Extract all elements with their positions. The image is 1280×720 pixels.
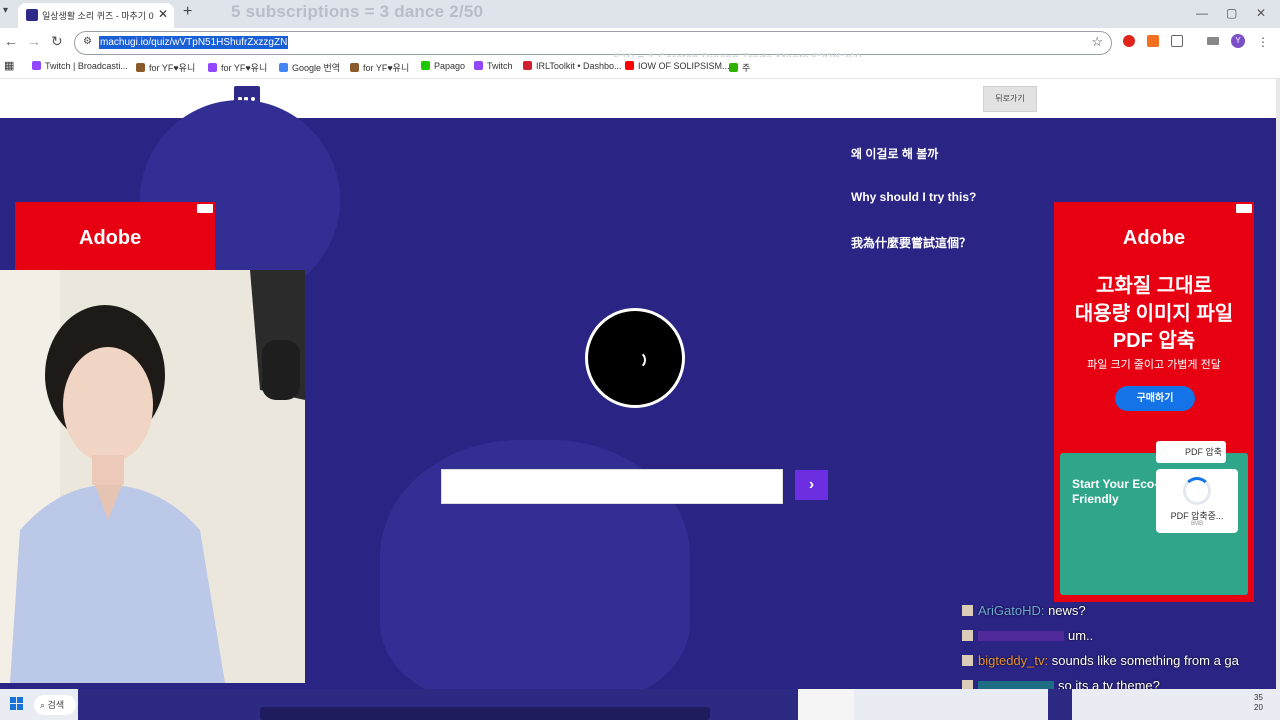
bookmark-item[interactable]: Google 번역 [279, 61, 340, 74]
back-icon[interactable]: ← [4, 33, 18, 49]
bookmark-item[interactable]: 주 [729, 61, 750, 74]
bookmark-item[interactable]: Twitch [474, 61, 513, 71]
adobe-logo: Adobe [1122, 227, 1186, 249]
adobe-logo: Adobe [79, 227, 142, 249]
pdf-compress-chip: PDF 압축 [1156, 441, 1226, 463]
webcam-feed [0, 270, 305, 683]
bookmark-favicon [279, 63, 288, 72]
maximize-icon[interactable]: ▢ [1226, 6, 1237, 20]
bookmark-favicon [136, 63, 145, 72]
bookmark-favicon [523, 61, 532, 70]
loading-spinner [585, 308, 685, 408]
tab-title: 일상생활 소리 퀴즈 - 마추기 0 [42, 11, 154, 21]
reading-list-icon[interactable] [1207, 37, 1219, 45]
bookmark-favicon [729, 63, 738, 72]
system-clock[interactable]: 35 20 [1254, 693, 1263, 713]
address-bar[interactable]: ⚙ machugi.io/quiz/wVTpN51HShufrZxzzgZN ☆ [74, 31, 1112, 55]
taskbar-window-preview [1048, 689, 1072, 720]
right-ad-banner[interactable]: Adobe 고화질 그대로 대용량 이미지 파일 PDF 압축 파일 크기 줄이… [1054, 202, 1254, 602]
reload-icon[interactable]: ↻ [51, 33, 63, 50]
why-heading-zh: 我為什麼要嘗試這個？ [851, 236, 972, 250]
buy-button[interactable]: 구매하기 [1115, 386, 1195, 411]
why-heading-en: Why should I try this? [851, 190, 977, 204]
pdf-progress-card: PDF 압축중... 8MB [1156, 469, 1238, 533]
ad-choices-icon[interactable] [197, 204, 213, 213]
bookmark-star-icon[interactable]: ☆ [1091, 34, 1103, 50]
page-scrollbar[interactable] [1276, 79, 1280, 689]
ad-headline: 고화질 그대로 [1096, 275, 1212, 297]
bookmark-item[interactable]: for YF♥유니 [208, 61, 267, 74]
minimize-icon[interactable]: — [1196, 6, 1208, 20]
chat-message: um.. [962, 628, 1093, 643]
extension-icon[interactable] [1147, 35, 1159, 47]
ad-headline: PDF 압축 [1112, 330, 1196, 352]
extension-icon[interactable] [1123, 35, 1135, 47]
chat-username: bigteddy_tv: [978, 653, 1049, 668]
chat-text: news? [1044, 603, 1086, 618]
bookmark-favicon [32, 61, 41, 70]
menu-kebab-icon[interactable]: ⋮ [1257, 35, 1269, 49]
taskbar-search[interactable]: ⌕ 검색 [34, 695, 76, 715]
ad-choices-icon[interactable] [1236, 204, 1252, 213]
close-window-icon[interactable]: ✕ [1256, 6, 1266, 20]
site-info-icon[interactable]: ⚙ [83, 36, 92, 47]
browser-toolbar: ← → ↻ ⚙ machugi.io/quiz/wVTpN51HShufrZxz… [0, 28, 1280, 65]
stream-goal-overlay: 5 subscriptions = 3 dance 2/50 [231, 2, 484, 21]
preview-bar [260, 707, 710, 720]
close-tab-icon[interactable]: ✕ [158, 7, 168, 21]
new-tab-button[interactable]: + [183, 3, 192, 21]
progress-size: 8MB [1190, 521, 1204, 527]
user-badge-icon [962, 605, 973, 616]
chat-username-blurred [978, 631, 1064, 641]
chat-message: AriGatoHD: news? [962, 603, 1086, 618]
submit-button[interactable]: › [795, 470, 828, 500]
streamer-image [0, 270, 305, 683]
spinner-arc-icon [628, 351, 646, 369]
bookmark-favicon [350, 63, 359, 72]
chat-username: AriGatoHD: [978, 603, 1045, 618]
bookmark-favicon [421, 61, 430, 70]
bookmark-item[interactable]: for YF♥유니 [136, 61, 195, 74]
bookmark-item[interactable]: IOW OF SOLIPSISM... [625, 61, 730, 71]
why-heading-ko: 왜 이걸로 해 볼까 [851, 147, 939, 161]
forward-icon[interactable]: → [27, 33, 41, 49]
user-badge-icon [962, 630, 973, 641]
url-text[interactable]: machugi.io/quiz/wVTpN51HShufrZxzzgZN [99, 36, 289, 49]
ad-headline: 대용량 이미지 파일 [1074, 303, 1234, 325]
chat-message: bigteddy_tv: sounds like something from … [962, 653, 1239, 668]
windows-start-icon[interactable] [10, 697, 24, 711]
machugi-favicon [26, 9, 38, 21]
chat-text: um.. [1068, 628, 1094, 643]
answer-input[interactable] [441, 469, 783, 504]
user-badge-icon [962, 655, 973, 666]
chat-text: sounds like something from a ga [1048, 653, 1239, 668]
bookmark-favicon [625, 61, 634, 70]
tab-search-icon[interactable]: ▾ [3, 5, 8, 16]
extensions-puzzle-icon[interactable] [1171, 35, 1183, 47]
tab-strip: ▾ 일상생활 소리 퀴즈 - 마추기 0 ✕ + 5 subscriptions… [0, 0, 1280, 28]
bookmark-item[interactable]: Papago [421, 61, 465, 71]
ad-subline: 파일 크기 줄이고 가볍게 전달 [1087, 359, 1221, 371]
progress-ring-icon [1183, 477, 1211, 505]
active-tab[interactable]: 일상생활 소리 퀴즈 - 마추기 0 ✕ [18, 3, 174, 28]
profile-avatar[interactable]: Y [1231, 34, 1245, 48]
bookmark-item[interactable]: Twitch | Broadcasti... [32, 61, 128, 71]
bookmark-favicon [474, 61, 483, 70]
taskbar-thumbnail [798, 689, 854, 720]
apps-grid-icon[interactable]: ▦ [4, 59, 14, 72]
back-button[interactable]: 뒤로가기 [983, 86, 1037, 112]
bookmarks-bar: ▦ Twitch | Broadcasti... for YF♥유니 for Y… [0, 57, 1280, 79]
bookmark-item[interactable]: for YF♥유니 [350, 61, 409, 74]
left-ad-banner[interactable]: Adobe [15, 202, 215, 272]
bookmark-favicon [208, 63, 217, 72]
windows-taskbar: ⌕ 검색 35 20 [0, 689, 1280, 720]
bookmark-item[interactable]: IRLToolkit • Dashbo... [523, 61, 622, 71]
